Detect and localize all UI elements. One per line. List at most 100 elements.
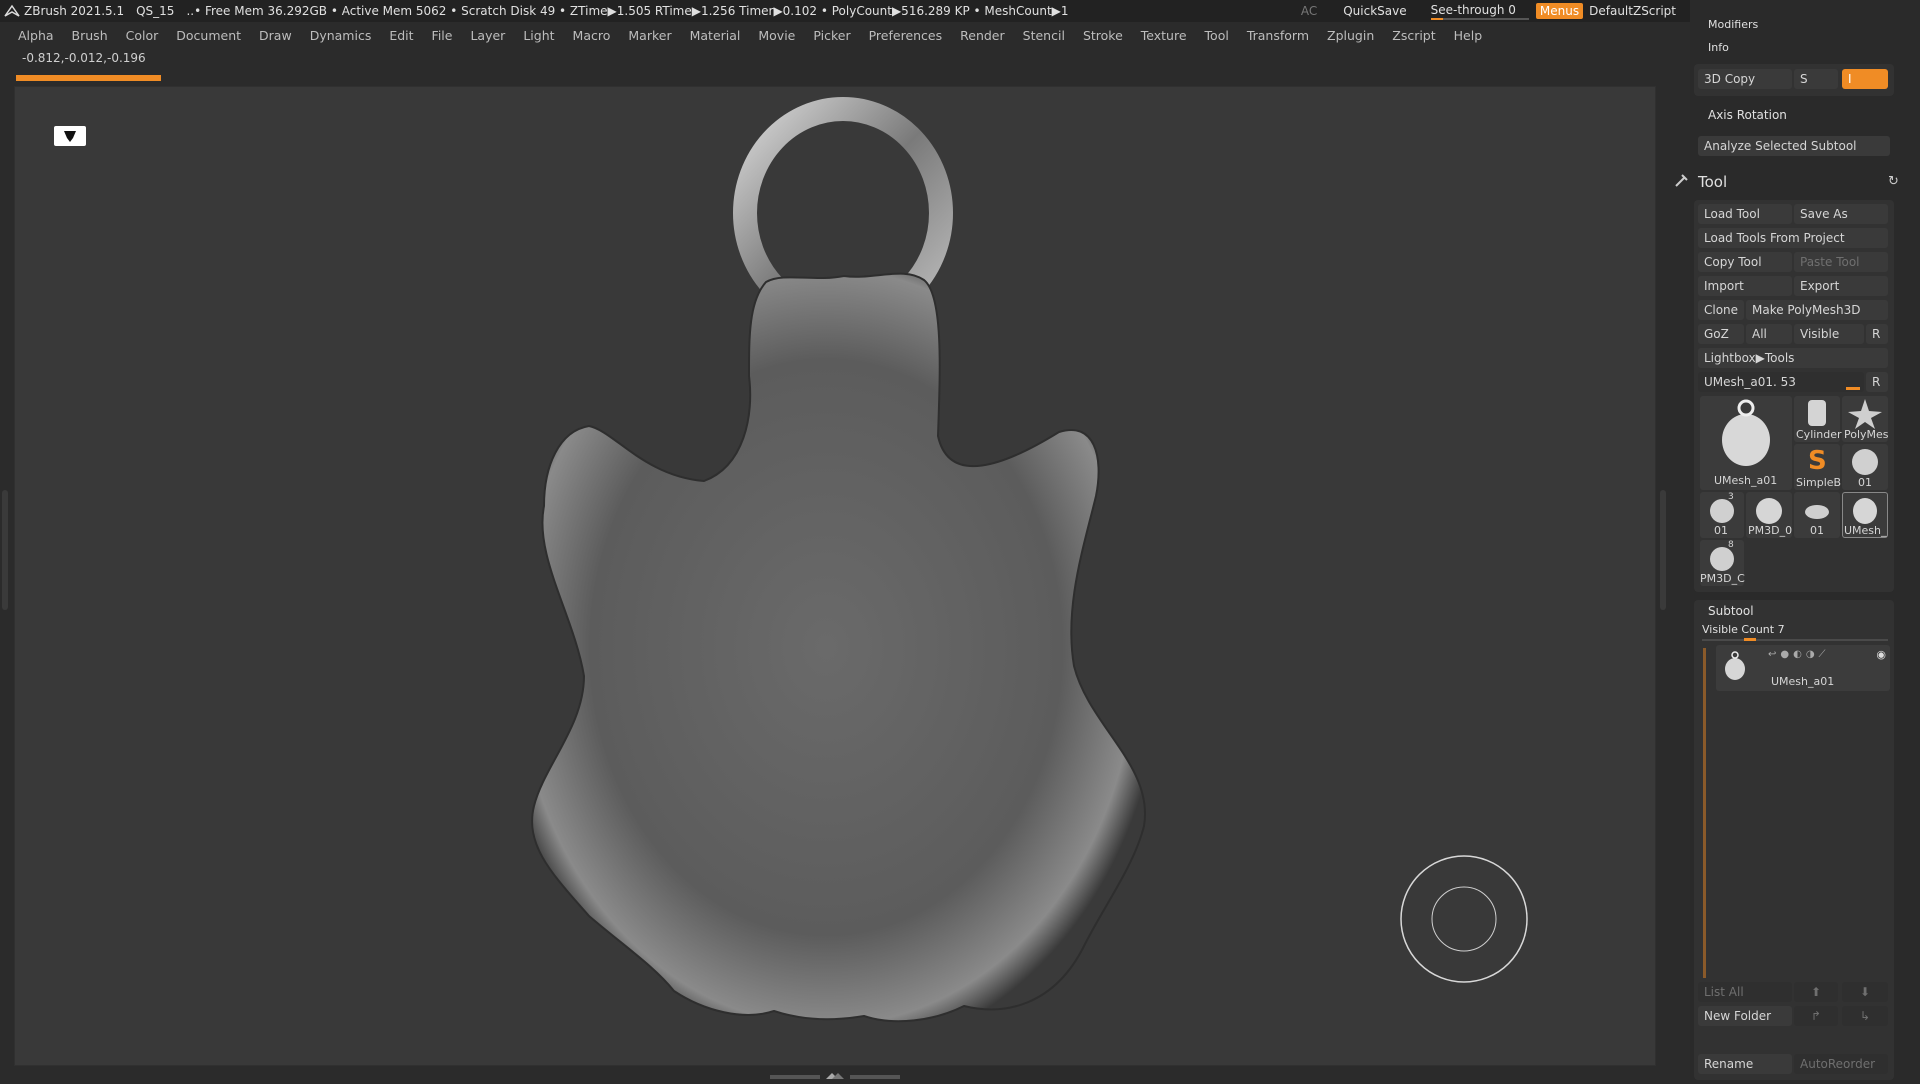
modifiers-label[interactable]: Modifiers: [1708, 18, 1758, 31]
folder-down-icon[interactable]: ↳: [1842, 1006, 1888, 1026]
rotation-gizmo-outer[interactable]: [1400, 855, 1528, 983]
current-tool-r-button[interactable]: R: [1866, 372, 1888, 392]
menu-edit[interactable]: Edit: [389, 28, 413, 43]
menu-zplugin[interactable]: Zplugin: [1327, 28, 1374, 43]
tool-palette-title[interactable]: Tool: [1698, 173, 1727, 191]
tool-thumb-pm3d-0[interactable]: PM3D_0: [1746, 492, 1792, 538]
save-as-button[interactable]: Save As: [1794, 204, 1888, 224]
memory-stats: ..• Free Mem 36.292GB • Active Mem 5062 …: [186, 4, 1069, 18]
menu-zscript[interactable]: Zscript: [1392, 28, 1435, 43]
menu-brush[interactable]: Brush: [72, 28, 108, 43]
tool-thumb-pm3d-c[interactable]: PM3D_C 8: [1700, 540, 1745, 586]
analyze-subtool-button[interactable]: Analyze Selected Subtool: [1698, 136, 1890, 156]
subtool-item[interactable]: ↩●◐◑⟋ ◉ UMesh_a01: [1716, 645, 1890, 691]
goz-visible-button[interactable]: Visible: [1794, 324, 1864, 344]
paste-tool-button[interactable]: Paste Tool: [1794, 252, 1888, 272]
tool-thumb-umesh[interactable]: UMesh_: [1842, 492, 1888, 538]
left-tray-handle[interactable]: [2, 490, 8, 610]
tool-thumb-polymesh-star[interactable]: PolyMes: [1842, 396, 1889, 442]
make-polymesh3d-button[interactable]: Make PolyMesh3D: [1746, 300, 1888, 320]
visible-count-slider[interactable]: Visible Count 7: [1702, 623, 1785, 636]
subtool-visibility-eye-icon[interactable]: ◉: [1876, 648, 1886, 661]
tool-thumb-01-c[interactable]: 01: [1794, 492, 1840, 538]
move-up-icon[interactable]: ⬆: [1794, 982, 1838, 1002]
canvas-viewport[interactable]: [14, 86, 1656, 1066]
current-tool-slider[interactable]: UMesh_a01. 53: [1698, 372, 1864, 392]
clone-button[interactable]: Clone: [1698, 300, 1744, 320]
copy3d-button[interactable]: 3D Copy: [1698, 69, 1792, 89]
simplebrush-icon: S: [1808, 446, 1827, 476]
tool-badge-3: 3: [1728, 492, 1734, 502]
subtool-toggle-icons[interactable]: ↩●◐◑⟋: [1768, 649, 1830, 660]
tool-thumb-simplebrush[interactable]: S SimpleB: [1794, 444, 1841, 490]
goz-button[interactable]: GoZ: [1698, 324, 1744, 344]
menu-picker[interactable]: Picker: [813, 28, 850, 43]
menus-toggle-button[interactable]: Menus: [1535, 3, 1584, 19]
seethrough-fill: [1430, 18, 1443, 20]
import-button[interactable]: Import: [1698, 276, 1792, 296]
menu-render[interactable]: Render: [960, 28, 1005, 43]
subtool-item-name: UMesh_a01: [1771, 675, 1835, 688]
tool-thumb-cylinder[interactable]: Cylinder: [1794, 396, 1842, 442]
new-folder-button[interactable]: New Folder: [1698, 1006, 1792, 1026]
tool-thumb-umesh-a01[interactable]: UMesh_a01: [1700, 396, 1792, 490]
goz-r-button[interactable]: R: [1866, 324, 1888, 344]
tool-thumb-01-a[interactable]: 01: [1842, 444, 1888, 490]
menu-color[interactable]: Color: [126, 28, 159, 43]
menu-texture[interactable]: Texture: [1141, 28, 1187, 43]
right-tray-handle[interactable]: [1660, 490, 1666, 610]
title-bar: ZBrush 2021.5.1 QS_15 ..• Free Mem 36.29…: [0, 0, 1920, 22]
menu-help[interactable]: Help: [1454, 28, 1483, 43]
rotation-gizmo-inner[interactable]: [1431, 886, 1497, 952]
subtool-title[interactable]: Subtool: [1708, 604, 1754, 618]
bottom-tray-handle[interactable]: [770, 1070, 900, 1079]
axis-rotation-label[interactable]: Axis Rotation: [1708, 108, 1787, 122]
menu-alpha[interactable]: Alpha: [18, 28, 54, 43]
zbrush-logo-icon: [4, 4, 20, 18]
menu-marker[interactable]: Marker: [628, 28, 671, 43]
menu-light[interactable]: Light: [523, 28, 554, 43]
menu-stencil[interactable]: Stencil: [1023, 28, 1065, 43]
subtool-scrollbar[interactable]: [1703, 648, 1706, 978]
seethrough-track: [1430, 18, 1529, 20]
load-tool-button[interactable]: Load Tool: [1698, 204, 1792, 224]
document-name: QS_15: [136, 4, 175, 18]
visible-count-track: [1702, 639, 1888, 641]
default-zscript-button[interactable]: DefaultZScript: [1589, 4, 1676, 18]
tool-thumb-01-b[interactable]: 01 3: [1700, 492, 1744, 538]
menu-stroke[interactable]: Stroke: [1083, 28, 1123, 43]
pendant-model[interactable]: [14, 86, 1656, 1066]
autoreorder-button[interactable]: AutoReorder: [1794, 1054, 1888, 1074]
info-label[interactable]: Info: [1708, 41, 1729, 54]
seethrough-slider[interactable]: See-through 0: [1430, 3, 1529, 20]
visible-count-fill: [1744, 638, 1756, 641]
quicksave-button[interactable]: QuickSave: [1343, 4, 1406, 18]
menu-material[interactable]: Material: [690, 28, 741, 43]
menu-tool[interactable]: Tool: [1205, 28, 1229, 43]
list-all-button[interactable]: List All: [1698, 982, 1792, 1002]
ac-label[interactable]: AC: [1301, 4, 1317, 18]
menu-file[interactable]: File: [432, 28, 453, 43]
goz-all-button[interactable]: All: [1746, 324, 1792, 344]
menu-preferences[interactable]: Preferences: [869, 28, 943, 43]
copy-tool-button[interactable]: Copy Tool: [1698, 252, 1792, 272]
s-button[interactable]: S: [1794, 69, 1838, 89]
menu-draw[interactable]: Draw: [259, 28, 292, 43]
folder-up-icon[interactable]: ↱: [1794, 1006, 1838, 1026]
lightbox-tools-button[interactable]: Lightbox▶Tools: [1698, 348, 1888, 368]
i-input[interactable]: I: [1842, 69, 1888, 89]
menu-transform[interactable]: Transform: [1247, 28, 1309, 43]
subtool-thumb: [1725, 651, 1745, 680]
menu-movie[interactable]: Movie: [758, 28, 795, 43]
floor-grid-icon[interactable]: [54, 126, 86, 146]
menu-layer[interactable]: Layer: [470, 28, 505, 43]
menu-document[interactable]: Document: [176, 28, 241, 43]
move-down-icon[interactable]: ⬇: [1842, 982, 1888, 1002]
rename-button[interactable]: Rename: [1698, 1054, 1792, 1074]
menu-dynamics[interactable]: Dynamics: [310, 28, 372, 43]
tool-palette-icon: [1674, 172, 1690, 191]
load-tools-from-project-button[interactable]: Load Tools From Project: [1698, 228, 1888, 248]
export-button[interactable]: Export: [1794, 276, 1888, 296]
menu-macro[interactable]: Macro: [573, 28, 611, 43]
refresh-icon[interactable]: ↻: [1888, 174, 1899, 189]
